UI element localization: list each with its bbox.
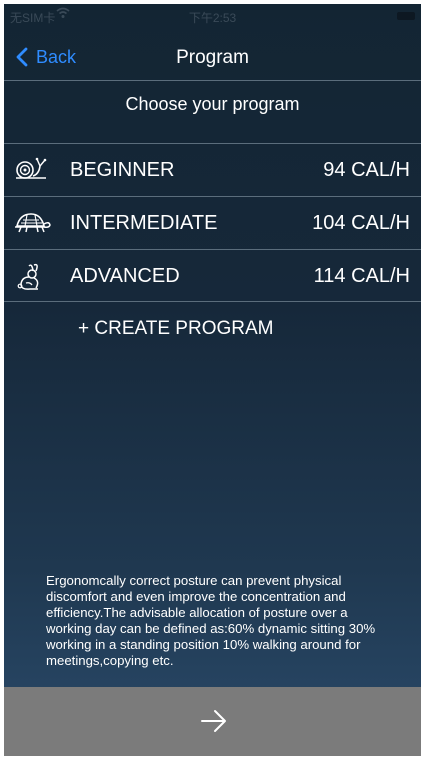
program-row-beginner[interactable]: BEGINNER 94 CAL/H [4,144,421,196]
next-button[interactable] [4,687,421,756]
program-name: INTERMEDIATE [70,212,218,234]
row-divider [4,301,421,302]
program-row-advanced[interactable]: ADVANCED 114 CAL/H [4,250,421,302]
create-program-button[interactable]: + CREATE PROGRAM [78,318,273,340]
arrow-right-icon [200,709,228,738]
app-screen: 无SIM卡 下午2:53 Back Program Choose your pr… [4,4,421,756]
status-time: 下午2:53 [188,11,237,25]
nav-divider [4,80,421,81]
program-calories: 114 CAL/H [313,265,410,287]
status-bar: 无SIM卡 下午2:53 [4,4,421,30]
program-calories: 94 CAL/H [323,159,410,181]
battery-icon [397,12,415,20]
rabbit-icon [12,262,52,290]
program-name: BEGINNER [70,159,175,181]
turtle-icon [12,209,52,237]
section-subtitle: Choose your program [125,94,300,114]
posture-info-text: Ergonomcally correct posture can prevent… [46,573,376,668]
program-calories: 104 CAL/H [312,212,410,234]
snail-icon [12,156,52,184]
navigation-bar: Back Program [4,30,421,82]
program-row-intermediate[interactable]: INTERMEDIATE 104 CAL/H [4,197,421,249]
program-name: ADVANCED [70,265,180,287]
page-title: Program [176,47,249,68]
